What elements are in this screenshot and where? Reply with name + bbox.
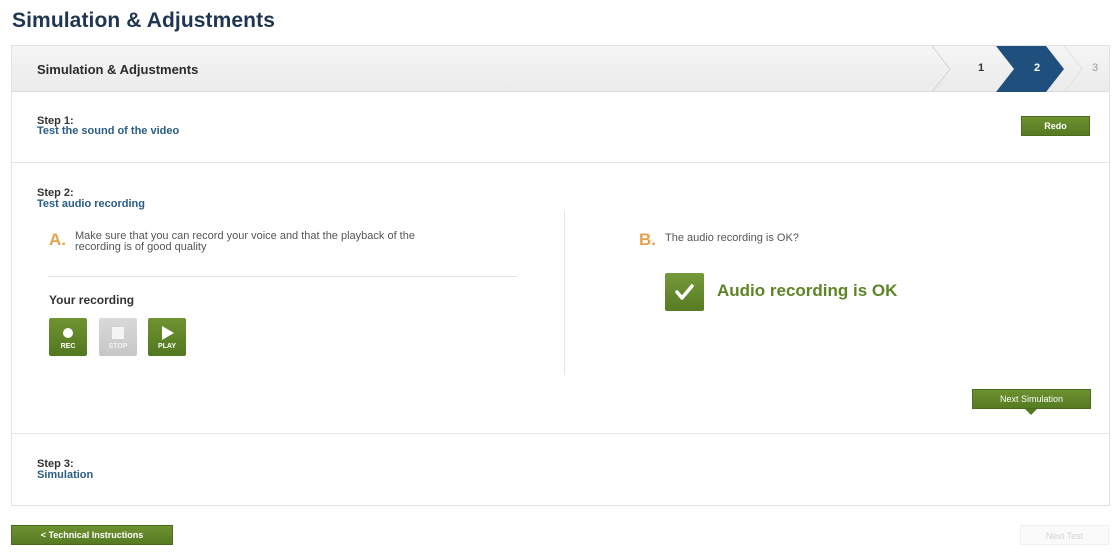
stop-button[interactable]: STOP: [99, 318, 137, 356]
next-test-button[interactable]: Next Test: [1020, 525, 1109, 545]
play-button-label: PLAY: [157, 343, 177, 350]
stop-button-label: STOP: [108, 343, 128, 350]
stepper-step-3: 3: [1092, 62, 1099, 74]
header-title: Simulation & Adjustments: [37, 62, 199, 77]
next-simulation-button[interactable]: Next Simulation: [972, 389, 1091, 409]
page-title: Simulation & Adjustments: [12, 9, 275, 32]
stepper-separator-1: [932, 46, 951, 92]
technical-instructions-button[interactable]: < Technical Instructions: [11, 525, 173, 545]
part-b-letter: B.: [639, 230, 656, 249]
step3-subtitle: Simulation: [37, 469, 94, 481]
step2-subtitle: Test audio recording: [37, 198, 145, 210]
redo-button[interactable]: Redo: [1021, 116, 1090, 136]
record-icon: [63, 328, 73, 338]
step3-section: Step 3: Simulation: [12, 434, 1109, 506]
part-a-divider: [48, 276, 517, 277]
play-button[interactable]: PLAY: [148, 318, 186, 356]
stepper-arrows: [932, 46, 1083, 92]
stepper-separator-2: [1063, 46, 1083, 92]
stop-icon: [112, 327, 124, 339]
play-icon: [162, 326, 174, 340]
stepper-step-2: 2: [1034, 62, 1041, 74]
audio-ok-checkbox[interactable]: [665, 273, 704, 311]
main-panel: Simulation & Adjustments 1 2 3 Step 1: T…: [11, 45, 1110, 506]
your-recording-label: Your recording: [49, 293, 135, 307]
step1-section: Step 1: Test the sound of the video Redo: [12, 92, 1109, 163]
stepper-active-chevron: [996, 46, 1064, 92]
next-simulation-pointer: [1025, 409, 1037, 415]
stepper: 1 2 3: [932, 46, 1109, 92]
audio-ok-label[interactable]: Audio recording is OK: [717, 281, 897, 301]
part-a-letter: A.: [49, 230, 66, 249]
rec-button[interactable]: REC: [49, 318, 87, 356]
step2-section: Step 2: Test audio recording A. Make sur…: [12, 163, 1109, 434]
header-bar: Simulation & Adjustments 1 2 3: [12, 46, 1109, 92]
step1-subtitle: Test the sound of the video: [37, 125, 180, 137]
column-divider: [564, 211, 565, 375]
stepper-step-1: 1: [978, 62, 985, 74]
rec-button-label: REC: [60, 343, 76, 350]
part-a-instruction-line2: recording is of good quality: [75, 241, 207, 253]
part-b-question: The audio recording is OK?: [665, 232, 799, 244]
checkmark-icon: [675, 284, 694, 300]
